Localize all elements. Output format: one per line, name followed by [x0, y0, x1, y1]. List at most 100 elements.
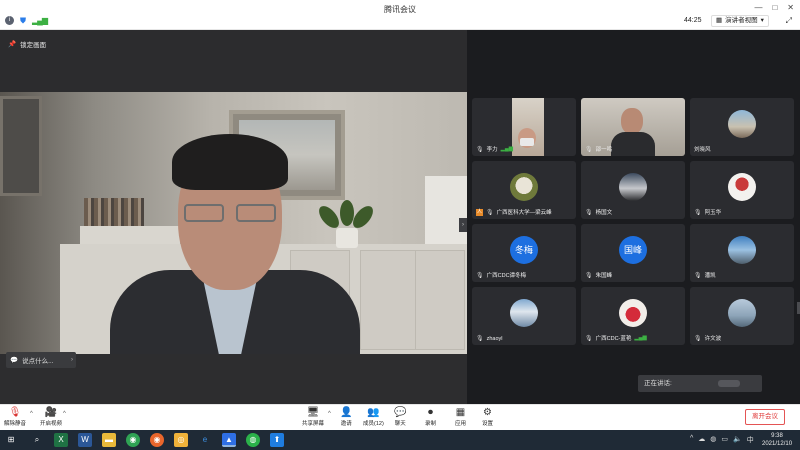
pin-icon: 📌 — [8, 41, 17, 48]
volume-icon[interactable]: 🔈 — [733, 435, 742, 445]
mic-icon: 🎙 — [476, 272, 484, 279]
share-options-chevron[interactable]: ^ — [328, 411, 331, 417]
gear-icon: ⚙ — [483, 407, 492, 418]
title-bar: 腾讯会议 i ⛊ ▂▄▆ — □ ✕ 44:25 ▦ 演讲者视图 ▾ ⤢ — [0, 0, 800, 30]
clock-time: 9:38 — [771, 433, 783, 439]
clock[interactable]: 9:38 2021/12/10 — [762, 432, 792, 448]
fullscreen-icon[interactable]: ⤢ — [786, 16, 792, 26]
chevron-down-icon: ▾ — [760, 17, 764, 24]
folder-icon[interactable]: ▬ — [102, 433, 116, 447]
participant-tile[interactable]: 🎙 邵一鸣 — [581, 98, 685, 156]
chat-placeholder: 说点什么... — [22, 358, 54, 365]
users-icon: 👥 — [367, 407, 380, 418]
camera-off-icon: 🎥 — [44, 407, 58, 418]
collapse-gallery-button[interactable]: › — [459, 218, 467, 232]
unmute-button[interactable]: 🎙 解除静音 — [4, 407, 26, 427]
participant-avatar — [619, 173, 647, 201]
wechat-tray-icon[interactable]: ◍ — [710, 435, 716, 445]
participant-tile[interactable]: 🎙 杨国文 — [581, 161, 685, 219]
participant-name: 潘凯 — [704, 273, 716, 279]
leave-meeting-button[interactable]: 离开会议 — [745, 409, 785, 425]
mic-icon: 🎙 — [694, 272, 702, 279]
meeting-toolbar: 🎙 解除静音 ^ 🎥 开启视频 ^ 🖥 共享屏幕 ^ 👤 邀请 👥 成员(12)… — [0, 404, 800, 430]
participant-name: 李力 — [486, 147, 498, 153]
participant-name: 广西CDC-蓝艳 — [595, 336, 632, 342]
chevron-up-icon[interactable]: ^ — [690, 435, 693, 445]
participant-tile[interactable]: 刘晓风 — [690, 98, 794, 156]
mic-options-chevron[interactable]: ^ — [30, 411, 33, 417]
ie-icon[interactable]: e — [198, 433, 212, 447]
video-options-chevron[interactable]: ^ — [63, 411, 66, 417]
participant-avatar: 冬梅 — [510, 236, 538, 264]
main-video[interactable]: 📌 锁定画面 💬 说点什么... › › — [0, 30, 467, 404]
wechat-icon[interactable]: ◍ — [246, 433, 260, 447]
excel-icon[interactable]: X — [54, 433, 68, 447]
participant-name: 邵一鸣 — [595, 147, 613, 153]
invite-button[interactable]: 👤 邀请 — [340, 407, 352, 427]
pin-label: 锁定画面 — [20, 42, 47, 49]
speaker-figure — [110, 134, 370, 360]
participant-avatar: 国峰 — [619, 236, 647, 264]
participant-tile[interactable]: 🎙 广西CDC-蓝艳 ▂▄▆ — [581, 287, 685, 345]
record-button[interactable]: ⏺ 录制 — [425, 407, 436, 427]
record-label: 录制 — [425, 421, 437, 427]
participant-tile[interactable]: 人 🎙 广西医科大学—梁云峰 — [472, 161, 576, 219]
search-icon[interactable]: ⌕ — [30, 433, 44, 447]
view-label: 演讲者视图 — [725, 17, 758, 24]
participant-avatar — [619, 299, 647, 327]
cloud-icon[interactable]: ☁ — [698, 435, 705, 445]
participant-avatar — [728, 110, 756, 138]
record-icon: ⏺ — [428, 407, 433, 418]
start-video-label: 开启视频 — [40, 421, 63, 427]
maximize-button[interactable]: □ — [772, 3, 777, 12]
word-icon[interactable]: W — [78, 433, 92, 447]
close-button[interactable]: ✕ — [787, 3, 794, 12]
window-title: 腾讯会议 — [384, 5, 416, 14]
participant-avatar — [728, 236, 756, 264]
participant-tile[interactable]: 🎙 zhaoyl — [472, 287, 576, 345]
start-video-button[interactable]: 🎥 开启视频 — [40, 407, 62, 427]
settings-button[interactable]: ⚙ 设置 — [482, 407, 493, 427]
tencent-meeting-icon[interactable]: ▲ — [222, 433, 236, 447]
mic-icon: 🎙 — [486, 209, 494, 216]
participant-tile[interactable]: 🎙 潘凯 — [690, 224, 794, 282]
app-blue-icon[interactable]: ⬆ — [270, 433, 284, 447]
meeting-timer: 44:25 — [684, 17, 702, 24]
pin-screen-button[interactable]: 📌 锁定画面 — [8, 39, 46, 49]
chevron-right-icon[interactable]: › — [71, 357, 73, 363]
ime-indicator[interactable]: 中 — [747, 435, 754, 445]
network-icon[interactable]: ▭ — [721, 435, 728, 445]
participant-tile[interactable]: 国峰 🎙 朱国峰 — [581, 224, 685, 282]
mic-icon: 🎙 — [694, 209, 702, 216]
minimize-button[interactable]: — — [754, 3, 762, 12]
participant-name: 阿玉华 — [704, 210, 722, 216]
share-screen-icon: 🖥 — [306, 407, 320, 418]
chat-icon: 💬 — [394, 407, 407, 418]
mic-muted-icon: 🎙 — [8, 407, 22, 418]
participant-tile[interactable]: 🎙 李力 ▂▄▆ — [472, 98, 576, 156]
browser-green-icon[interactable]: ◉ — [126, 433, 140, 447]
apps-button[interactable]: ▦ 应用 — [455, 407, 466, 427]
mic-icon: 🎙 — [694, 335, 702, 342]
apps-grid-icon: ▦ — [455, 407, 466, 418]
info-icon[interactable]: i — [5, 16, 14, 25]
view-switch-button[interactable]: ▦ 演讲者视图 ▾ — [711, 15, 769, 27]
chrome-icon[interactable]: ◎ — [174, 433, 188, 447]
windows-start-icon[interactable]: ⊞ — [4, 433, 18, 447]
mic-icon: 🎙 — [585, 335, 593, 342]
browser-orange-icon[interactable]: ◉ — [150, 433, 164, 447]
shield-icon[interactable]: ⛊ — [20, 16, 26, 25]
quick-chat-input[interactable]: 💬 说点什么... › — [6, 352, 76, 368]
participant-avatar — [728, 299, 756, 327]
share-screen-button[interactable]: 🖥 共享屏幕 — [302, 407, 324, 427]
signal-icon[interactable]: ▂▄▆ — [32, 16, 48, 25]
participant-name: 许文波 — [704, 336, 722, 342]
participant-tile[interactable]: 🎙 许文波 — [690, 287, 794, 345]
participant-tile[interactable]: 冬梅 🎙 广西CDC谭冬梅 — [472, 224, 576, 282]
participant-tile[interactable]: 🎙 阿玉华 — [690, 161, 794, 219]
chat-button[interactable]: 💬 聊天 — [394, 407, 406, 427]
share-screen-label: 共享屏幕 — [302, 421, 325, 427]
video-painting-left — [0, 96, 42, 196]
members-button[interactable]: 👥 成员(12) — [363, 407, 384, 427]
chat-bubble-icon: 💬 — [10, 357, 19, 364]
